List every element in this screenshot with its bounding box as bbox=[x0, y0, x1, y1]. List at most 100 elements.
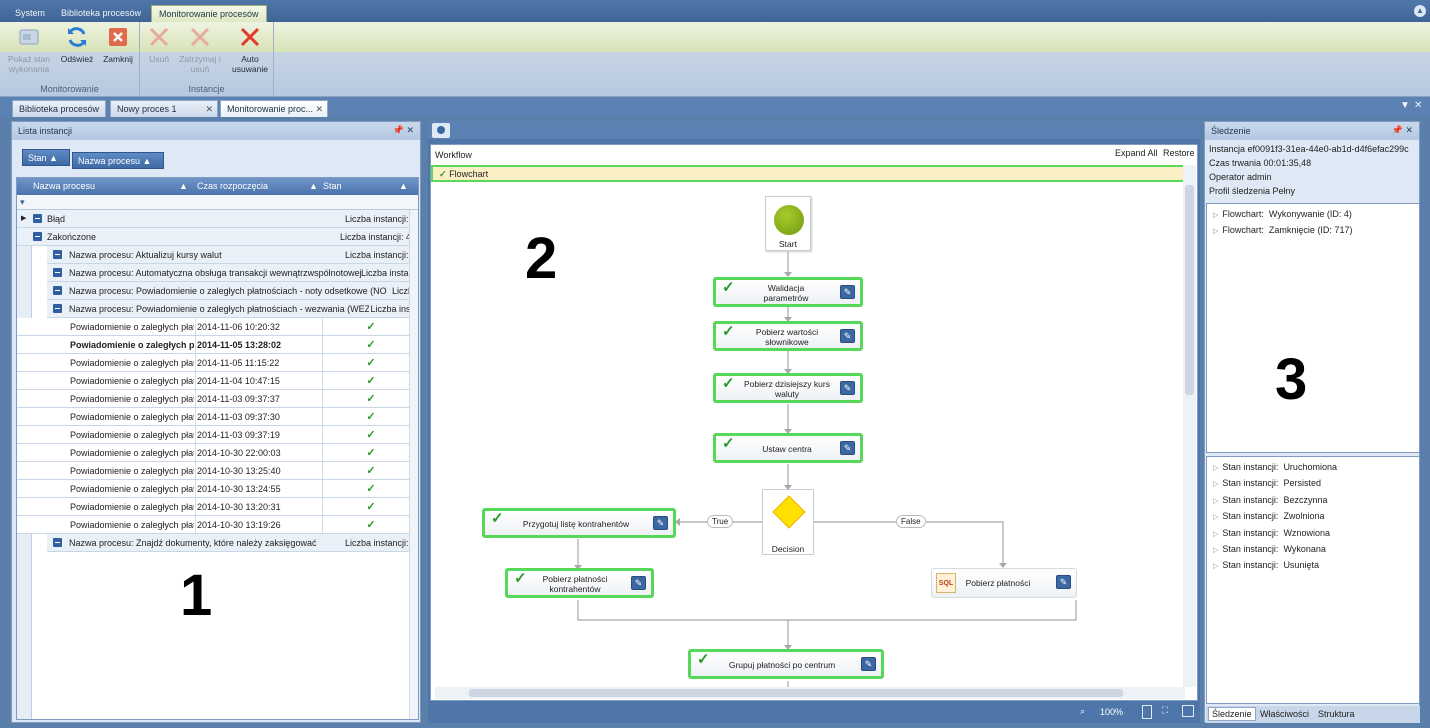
tab-list-icon[interactable]: ▼ bbox=[1400, 100, 1410, 111]
show-state-button[interactable]: Pokaż stan wykonania bbox=[6, 25, 52, 74]
ribbon-tab-library[interactable]: Biblioteka procesów bbox=[54, 5, 148, 22]
table-row[interactable]: Powiadomienie o zaległych płat 2014-11-03… bbox=[17, 390, 418, 408]
expand-icon[interactable]: ▷ bbox=[1213, 531, 1218, 538]
ribbon-tab-system[interactable]: System bbox=[8, 5, 52, 22]
group-chip-state[interactable]: Stan ▲ bbox=[22, 149, 70, 166]
table-row[interactable]: Powiadomienie o zaległych płat 2014-11-03… bbox=[17, 408, 418, 426]
table-row[interactable]: Powiadomienie o zaległych płat 2014-10-30… bbox=[17, 444, 418, 462]
edit-icon[interactable]: ✎ bbox=[861, 657, 876, 671]
table-row[interactable]: Powiadomienie o zaległych płat 2014-11-03… bbox=[17, 426, 418, 444]
tab-properties[interactable]: Właściwości bbox=[1260, 709, 1309, 719]
close-document-icon[interactable]: ✕ bbox=[1414, 100, 1422, 111]
expand-icon[interactable]: ▷ bbox=[1213, 514, 1218, 521]
subgroup-row[interactable]: Nazwa procesu: Aktualizuj kursy walut Li… bbox=[47, 246, 418, 264]
subgroup-row[interactable]: Nazwa procesu: Powiadomienie o zaległych… bbox=[47, 300, 418, 318]
table-row[interactable]: Powiadomienie o zaległych płat 2014-11-04… bbox=[17, 372, 418, 390]
table-row[interactable]: Powiadomienie o zaległych płat 2014-10-30… bbox=[17, 516, 418, 534]
activity-platnosci-kontrahentow[interactable]: ✓ Pobierz płatności kontrahentów ✎ bbox=[505, 568, 654, 598]
refresh-button[interactable]: Odśwież bbox=[58, 25, 96, 64]
subgroup-row[interactable]: Nazwa procesu: Automatyczna obsługa tran… bbox=[47, 264, 418, 282]
ribbon-tab-monitoring[interactable]: Monitorowanie procesów bbox=[151, 5, 267, 22]
zoom-level[interactable]: 100% bbox=[1100, 707, 1123, 717]
close-button[interactable]: Zamknij bbox=[100, 25, 136, 64]
state-item[interactable]: ▷ Stan instancji: Bezczynna bbox=[1213, 495, 1327, 505]
state-item[interactable]: ▷ Stan instancji: Wznowiona bbox=[1213, 528, 1330, 538]
fit-screen-icon[interactable]: ⛶ bbox=[1162, 705, 1168, 716]
edit-icon[interactable]: ✎ bbox=[1056, 575, 1071, 589]
close-icon[interactable]: ✕ bbox=[315, 104, 323, 115]
expand-icon[interactable]: ▷ bbox=[1213, 481, 1218, 488]
expand-icon[interactable]: ▷ bbox=[1213, 498, 1218, 505]
collapse-icon[interactable] bbox=[53, 268, 62, 277]
edit-icon[interactable]: ✎ bbox=[840, 329, 855, 343]
collapse-icon[interactable] bbox=[53, 304, 62, 313]
collapse-icon[interactable] bbox=[33, 214, 42, 223]
group-chip-process-name[interactable]: Nazwa procesu ▲ bbox=[72, 152, 164, 169]
designer-horizontal-scrollbar[interactable] bbox=[435, 687, 1185, 699]
collapse-icon[interactable] bbox=[33, 232, 42, 241]
filter-row[interactable]: ▾ bbox=[17, 195, 418, 210]
state-item[interactable]: ▷ Stan instancji: Persisted bbox=[1213, 478, 1321, 488]
state-item[interactable]: ▷ Stan instancji: Uruchomiona bbox=[1213, 462, 1337, 472]
expand-icon[interactable]: ▷ bbox=[1213, 228, 1218, 235]
edit-icon[interactable]: ✎ bbox=[840, 381, 855, 395]
vertical-scrollbar[interactable] bbox=[409, 210, 418, 719]
close-icon[interactable]: ✕ bbox=[1405, 125, 1413, 135]
doc-tab-monitoring[interactable]: Monitorowanie proc... ✕ bbox=[220, 100, 328, 117]
zoom-icon[interactable]: ⌕ bbox=[1080, 706, 1085, 717]
column-start-time[interactable]: Czas rozpoczęcia bbox=[197, 181, 268, 191]
tab-tracking[interactable]: Śledzenie bbox=[1208, 707, 1256, 721]
doc-tab-library[interactable]: Biblioteka procesów bbox=[12, 100, 107, 117]
stop-delete-button[interactable]: Zatrzymaj i usuń bbox=[176, 25, 224, 74]
activity-kontrahenci[interactable]: ✓ Przygotuj listę kontrahentów ✎ bbox=[482, 508, 676, 538]
state-item[interactable]: ▷ Stan instancji: Usunięta bbox=[1213, 560, 1319, 570]
activity-walidacja[interactable]: ✓ Walidacja parametrów ✎ bbox=[713, 277, 863, 307]
close-icon[interactable]: ✕ bbox=[205, 104, 213, 115]
designer-vertical-scrollbar[interactable] bbox=[1183, 165, 1196, 687]
delete-button[interactable]: Usuń bbox=[144, 25, 174, 64]
collapse-icon[interactable] bbox=[53, 286, 62, 295]
start-node[interactable]: Start bbox=[765, 196, 811, 251]
close-icon[interactable]: ✕ bbox=[406, 125, 414, 135]
tracking-item[interactable]: ▷ Flowchart: Wykonywanie (ID: 4) bbox=[1213, 209, 1352, 219]
activity-kurs[interactable]: ✓ Pobierz dzisiejszy kurs waluty ✎ bbox=[713, 373, 863, 403]
group-row-error[interactable]: ▶ Błąd Liczba instancji: 4 bbox=[17, 210, 418, 228]
edit-icon[interactable]: ✎ bbox=[840, 285, 855, 299]
subgroup-row[interactable]: Nazwa procesu: Powiadomienie o zaległych… bbox=[47, 282, 418, 300]
activity-centra[interactable]: ✓ Ustaw centra ✎ bbox=[713, 433, 863, 463]
expand-icon[interactable]: ▷ bbox=[1213, 547, 1218, 554]
activity-slownikowe[interactable]: ✓ Pobierz wartości słownikowe ✎ bbox=[713, 321, 863, 351]
decision-node[interactable]: Decision bbox=[762, 489, 814, 555]
activity-platnosci[interactable]: SQL Pobierz płatności ✎ bbox=[931, 568, 1077, 598]
expand-icon[interactable]: ▷ bbox=[1213, 212, 1218, 219]
state-item[interactable]: ▷ Stan instancji: Wykonana bbox=[1213, 544, 1326, 554]
table-row[interactable]: Powiadomienie o zaległych płat 2014-10-30… bbox=[17, 498, 418, 516]
subgroup-row[interactable]: Nazwa procesu: Znajdź dokumenty, które n… bbox=[47, 534, 418, 552]
auto-delete-button[interactable]: Auto usuwanie bbox=[228, 25, 272, 74]
pin-icon[interactable]: 📌 bbox=[393, 125, 404, 135]
tab-structure[interactable]: Struktura bbox=[1318, 709, 1355, 719]
state-item[interactable]: ▷ Stan instancji: Zwolniona bbox=[1213, 511, 1324, 521]
edit-icon[interactable]: ✎ bbox=[840, 441, 855, 455]
workflow-tab[interactable] bbox=[432, 123, 450, 138]
edit-icon[interactable]: ✎ bbox=[653, 516, 668, 530]
column-state[interactable]: Stan bbox=[323, 181, 342, 191]
overview-icon[interactable] bbox=[1182, 705, 1194, 717]
activity-grupuj[interactable]: ✓ Grupuj płatności po centrum ✎ bbox=[688, 649, 884, 679]
expand-icon[interactable]: ▷ bbox=[1213, 465, 1218, 472]
scroll-thumb[interactable] bbox=[1185, 185, 1194, 395]
table-row[interactable]: Powiadomienie o zaległych płat 2014-11-06… bbox=[17, 318, 418, 336]
table-row[interactable]: Powiadomienie o zaległych płat 2014-10-30… bbox=[17, 480, 418, 498]
fit-icon[interactable] bbox=[1142, 705, 1152, 719]
collapse-icon[interactable] bbox=[53, 538, 62, 547]
pin-icon[interactable]: 📌 bbox=[1392, 125, 1403, 135]
doc-tab-new-process[interactable]: Nowy proces 1 ✕ bbox=[110, 100, 218, 117]
tracking-item[interactable]: ▷ Flowchart: Zamknięcie (ID: 717) bbox=[1213, 225, 1352, 235]
ribbon-collapse-icon[interactable]: ▲ bbox=[1414, 5, 1426, 17]
scroll-thumb[interactable] bbox=[469, 689, 1123, 697]
edit-icon[interactable]: ✎ bbox=[631, 576, 646, 590]
expand-icon[interactable]: ▷ bbox=[1213, 563, 1218, 570]
group-row-completed[interactable]: Zakończone Liczba instancji: 41 bbox=[17, 228, 418, 246]
table-row[interactable]: Powiadomienie o zaległych płat 2014-10-30… bbox=[17, 462, 418, 480]
table-row[interactable]: Powiadomienie o zaległych pł 2014-11-05 1… bbox=[17, 336, 418, 354]
